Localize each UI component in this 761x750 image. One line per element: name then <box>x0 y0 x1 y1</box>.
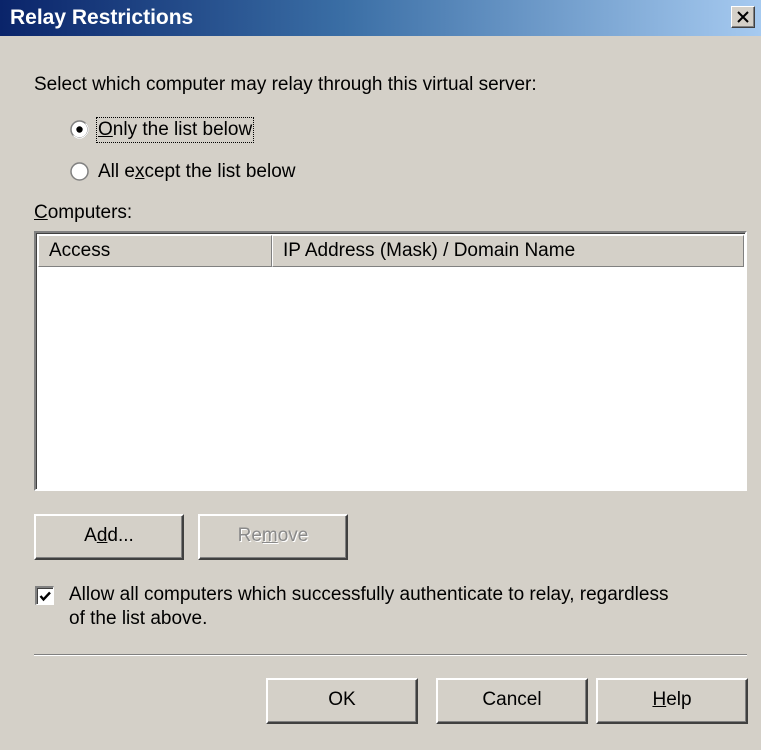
close-button[interactable] <box>731 6 755 28</box>
allow-authenticated-label-line1: Allow all computers which successfully a… <box>69 584 669 605</box>
column-header-access[interactable]: Access <box>38 235 272 267</box>
remove-button[interactable]: Remove <box>198 514 348 560</box>
radio-only-list-label: Only the list below <box>95 117 255 143</box>
checkmark-icon <box>39 591 51 602</box>
window-title: Relay Restrictions <box>10 6 194 29</box>
ok-button[interactable]: OK <box>266 678 418 724</box>
computers-list[interactable]: Access IP Address (Mask) / Domain Name <box>34 231 747 491</box>
list-header: Access IP Address (Mask) / Domain Name <box>38 235 744 267</box>
title-bar[interactable]: Relay Restrictions <box>0 0 761 36</box>
close-icon <box>737 11 749 23</box>
allow-authenticated-label-line2: of the list above. <box>69 608 208 629</box>
allow-authenticated-checkbox[interactable] <box>35 586 54 605</box>
column-header-ip-address[interactable]: IP Address (Mask) / Domain Name <box>272 235 744 267</box>
add-button[interactable]: Add... <box>34 514 184 560</box>
cancel-button[interactable]: Cancel <box>436 678 588 724</box>
divider <box>34 654 747 656</box>
relay-restrictions-dialog: Relay Restrictions Select which computer… <box>0 0 761 750</box>
radio-unselected-icon <box>70 162 89 181</box>
intro-text: Select which computer may relay through … <box>34 74 537 95</box>
radio-all-except-label: All except the list below <box>98 161 296 182</box>
help-button[interactable]: Help <box>596 678 748 724</box>
radio-selected-icon <box>70 120 89 139</box>
computers-label: Computers: <box>34 202 133 223</box>
